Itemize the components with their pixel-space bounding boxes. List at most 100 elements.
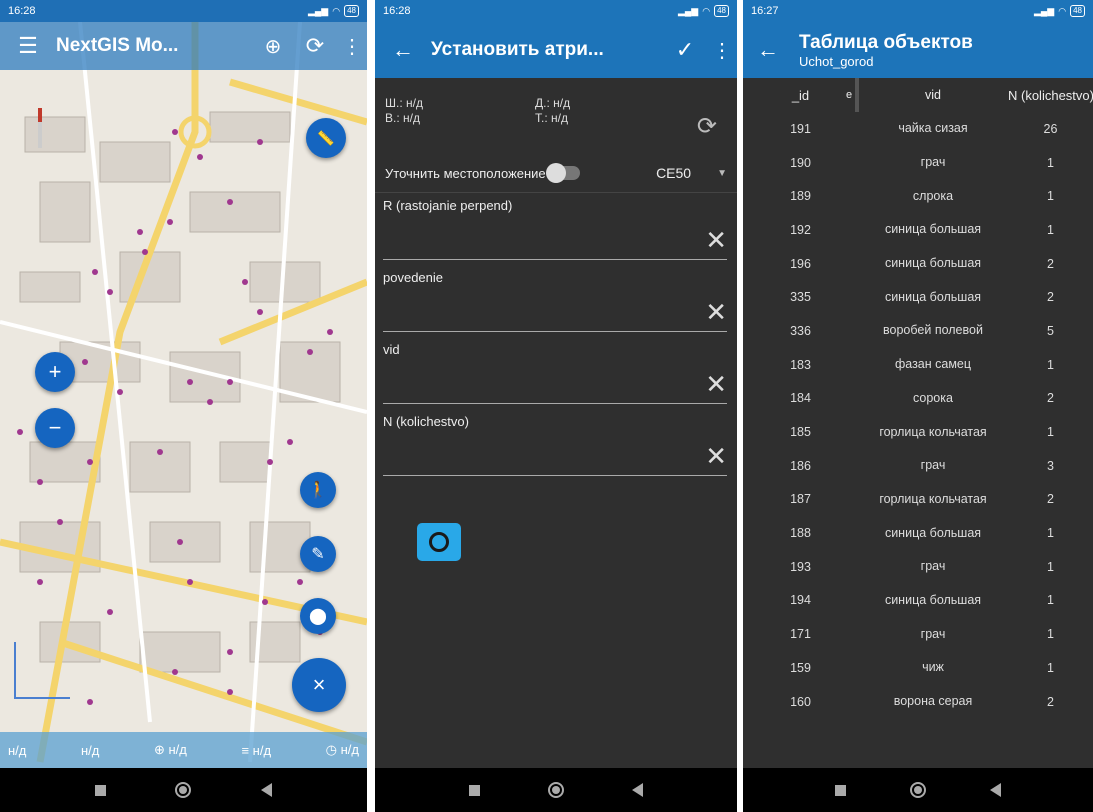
back-nav-icon[interactable]: [261, 783, 273, 797]
column-id[interactable]: _id: [743, 88, 858, 103]
row-n: 1: [1047, 660, 1054, 675]
back-nav-icon[interactable]: [990, 783, 1001, 797]
row-vid: воробей полевой: [883, 323, 983, 338]
row-id: 190: [790, 155, 811, 170]
row-n: 2: [1047, 492, 1054, 507]
altitude-label: В.: н/д: [385, 111, 420, 125]
field-vid[interactable]: vid ✕: [383, 342, 727, 404]
row-n: 26: [1043, 121, 1058, 136]
row-id: 186: [790, 458, 811, 473]
field-r-distance[interactable]: R (rastojanie perpend) ✕: [383, 198, 727, 260]
clear-icon[interactable]: ✕: [705, 299, 727, 325]
battery-icon: 48: [344, 5, 359, 17]
refine-location-toggle[interactable]: [545, 163, 580, 183]
wifi-icon: ◠: [1058, 5, 1067, 16]
field-n-kolichestvo[interactable]: N (kolichestvo) ✕: [383, 414, 727, 476]
row-id: 196: [790, 256, 811, 271]
clear-icon[interactable]: ✕: [705, 371, 727, 397]
apply-check-icon[interactable]: ✓: [663, 37, 707, 63]
close-icon: ×: [312, 672, 326, 697]
field-povedenie[interactable]: povedenie ✕: [383, 270, 727, 332]
row-id: 184: [790, 391, 811, 406]
row-id: 185: [790, 425, 811, 440]
menu-icon[interactable]: ☰: [0, 33, 56, 59]
table-row[interactable]: 159 чиж 1: [743, 651, 1093, 685]
pencil-icon: ✎: [311, 546, 325, 563]
overflow-menu-icon[interactable]: ⋮: [707, 38, 737, 63]
camera-button[interactable]: [417, 523, 461, 561]
table-row[interactable]: 196 синица большая 2: [743, 247, 1093, 281]
table-row[interactable]: 187 горлица кольчатая 2: [743, 483, 1093, 517]
overflow-menu-icon[interactable]: ⋮: [337, 34, 367, 59]
table-row[interactable]: 183 фазан самец 1: [743, 348, 1093, 382]
system-nav-bar: [375, 768, 737, 812]
walk-record-button[interactable]: 🚶: [300, 472, 336, 508]
table-row[interactable]: 192 синица большая 1: [743, 213, 1093, 247]
row-vid: синица большая: [884, 592, 982, 607]
table-row[interactable]: 193 грач 1: [743, 550, 1093, 584]
table-app-bar: ← Таблица объектов Uchot_gorod: [743, 22, 1093, 78]
back-arrow-icon[interactable]: ←: [743, 37, 793, 63]
table-row[interactable]: 191 чайка сизая 26: [743, 112, 1093, 146]
edit-geometry-button[interactable]: ✎: [300, 536, 336, 572]
recents-nav-icon[interactable]: [94, 784, 106, 796]
sync-icon[interactable]: ⟳: [293, 33, 337, 59]
row-id: 183: [790, 357, 811, 372]
table-row[interactable]: 188 синица большая 1: [743, 516, 1093, 550]
title-block: Таблица объектов Uchot_gorod: [793, 32, 973, 69]
accuracy-select[interactable]: CE50 ▼: [656, 165, 727, 181]
table-row[interactable]: 335 синица большая 2: [743, 280, 1093, 314]
location-icon[interactable]: ⊕: [253, 34, 293, 59]
add-point-button[interactable]: ⬤: [300, 598, 336, 634]
close-fab-button[interactable]: ×: [292, 658, 346, 712]
plus-icon: +: [48, 359, 62, 384]
status-time: 16:28: [383, 5, 411, 17]
app-title: NextGIS Mo...: [56, 35, 179, 56]
table-row[interactable]: 160 ворона серая 2: [743, 685, 1093, 719]
recents-nav-icon[interactable]: [469, 784, 480, 796]
clear-icon[interactable]: ✕: [705, 443, 727, 469]
ruler-icon: 📏: [317, 129, 335, 146]
status-time: 16:28: [8, 5, 36, 17]
home-nav-icon[interactable]: [175, 782, 192, 798]
clear-icon[interactable]: ✕: [705, 227, 727, 253]
row-n: 1: [1047, 627, 1054, 642]
row-id: 191: [790, 121, 811, 136]
back-nav-icon[interactable]: [632, 783, 643, 797]
column-vid[interactable]: vid: [858, 88, 1008, 102]
table-row[interactable]: 185 горлица кольчатая 1: [743, 415, 1093, 449]
table-row[interactable]: 186 грач 3: [743, 449, 1093, 483]
home-nav-icon[interactable]: [548, 782, 564, 798]
zoom-out-button[interactable]: −: [35, 408, 75, 448]
zoom-in-button[interactable]: +: [35, 352, 75, 392]
signal-icon: ▂▄▆: [308, 5, 329, 16]
row-id: 194: [790, 593, 811, 608]
row-vid: грач: [920, 155, 946, 170]
map-screen: 16:28 ▂▄▆ ◠ 48 ☰ NextGIS Mo... ⊕ ⟳ ⋮ 📏 +…: [0, 0, 367, 812]
refresh-location-icon[interactable]: ⟳: [697, 112, 717, 141]
column-n[interactable]: N (kolichestvo): [1008, 88, 1093, 103]
screen-title: Таблица объектов: [799, 31, 973, 53]
attributes-app-bar: ← Установить атри... ✓ ⋮: [375, 22, 737, 78]
table-row[interactable]: 190 грач 1: [743, 146, 1093, 180]
home-nav-icon[interactable]: [910, 782, 926, 798]
table-row[interactable]: 189 слрока 1: [743, 179, 1093, 213]
table-row[interactable]: 194 синица большая 1: [743, 584, 1093, 618]
row-vid: синица большая: [884, 256, 982, 271]
table-row[interactable]: 336 воробей полевой 5: [743, 314, 1093, 348]
row-vid: горлица кольчатая: [879, 491, 987, 506]
row-vid: синица большая: [884, 289, 982, 304]
latitude-label: Ш.: н/д: [385, 96, 423, 110]
recents-nav-icon[interactable]: [835, 784, 846, 796]
satellite-icon: ⊕: [153, 742, 165, 757]
table-row[interactable]: 184 сорока 2: [743, 382, 1093, 416]
field-label: N (kolichestvo): [383, 414, 469, 429]
row-n: 1: [1047, 559, 1054, 574]
status-icons: ▂▄▆ ◠ 48: [308, 5, 359, 17]
altitude-info: ≡ н/д: [241, 742, 272, 758]
back-arrow-icon[interactable]: ←: [375, 37, 431, 63]
table-row[interactable]: 171 грач 1: [743, 617, 1093, 651]
status-bar: 16:27 ▂▄▆ ◠ 48: [743, 0, 1093, 22]
row-n: 1: [1047, 155, 1054, 170]
ruler-button[interactable]: 📏: [306, 118, 346, 158]
